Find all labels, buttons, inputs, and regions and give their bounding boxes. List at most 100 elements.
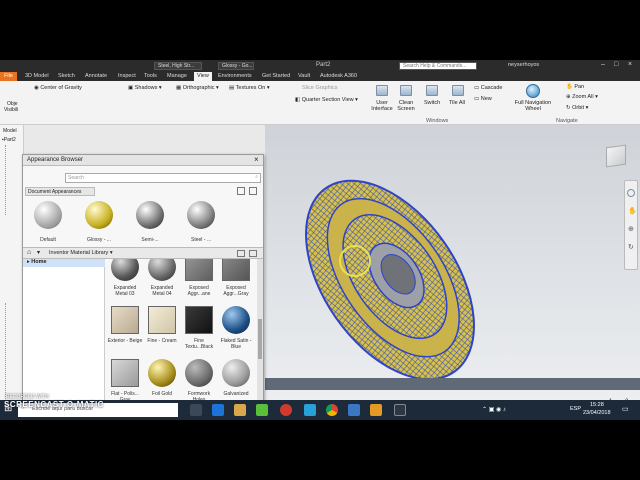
- panel-close-icon[interactable]: ×: [254, 155, 259, 164]
- zoom-icon[interactable]: ⊕: [628, 225, 634, 233]
- clean-screen-icon[interactable]: [400, 85, 412, 96]
- tree-item-home[interactable]: ▸ Home: [23, 259, 105, 267]
- grid-view-icon[interactable]: [237, 187, 245, 195]
- library-dropdown[interactable]: Inventor Material Library ▾: [49, 250, 113, 256]
- orthographic-button[interactable]: ▦ Orthographic ▾: [176, 85, 219, 91]
- minimize-icon[interactable]: –: [601, 61, 605, 68]
- material-swatch: [185, 359, 213, 387]
- switch-icon[interactable]: [426, 85, 438, 96]
- library-list-icon[interactable]: [249, 250, 257, 257]
- orbit-icon[interactable]: ↻: [628, 243, 634, 251]
- shadows-button[interactable]: ▣ Shadows ▾: [128, 85, 162, 91]
- material-swatch: [185, 259, 213, 281]
- slice-graphics-button[interactable]: Slice Graphics: [302, 85, 337, 91]
- graphics-viewport[interactable]: 1 2: [265, 125, 640, 420]
- close-icon[interactable]: ×: [628, 61, 632, 68]
- tab-autodesk-a360[interactable]: Autodesk A360: [320, 72, 357, 81]
- edge-icon[interactable]: [212, 404, 224, 416]
- user-name[interactable]: neyserhoyos: [508, 62, 539, 68]
- appearance-search-input[interactable]: Search ⌕: [65, 173, 261, 183]
- new-window-button[interactable]: ▭ New: [474, 96, 492, 102]
- application-screen: Steel, High Str... Glossy - Go... Part2 …: [0, 60, 640, 420]
- steering-wheel-icon[interactable]: [627, 189, 635, 197]
- cascade-label: Cascade: [480, 85, 503, 91]
- textures-button[interactable]: ▤ Textures On ▾: [229, 85, 270, 91]
- model-tab[interactable]: Model: [3, 128, 17, 134]
- library-item[interactable]: Exposed Aggr...ane: [181, 259, 217, 301]
- wheel-model[interactable]: 1 2: [265, 125, 640, 420]
- navigation-bar[interactable]: ✋ ⊕ ↻: [624, 180, 638, 270]
- orbit-button[interactable]: ↻ Orbit ▾: [566, 105, 588, 111]
- library-item[interactable]: Expanded Metal 03: [107, 259, 143, 301]
- tab-annotate[interactable]: Annotate: [85, 72, 107, 81]
- app-icon[interactable]: [394, 404, 406, 416]
- task-view-icon[interactable]: [190, 404, 202, 416]
- library-item[interactable]: Fine - Cream: [144, 302, 180, 354]
- tray-icons[interactable]: ⌃ ▣ ◉ ♪: [482, 406, 506, 413]
- default-swatch[interactable]: [34, 201, 62, 229]
- notification-icon[interactable]: ▭: [622, 405, 629, 413]
- list-view-icon[interactable]: [249, 187, 257, 195]
- inventor-icon[interactable]: [370, 404, 382, 416]
- tab-sketch[interactable]: Sketch: [58, 72, 75, 81]
- semi-gloss-swatch[interactable]: [136, 201, 164, 229]
- doc-item-label: Glossy - ...: [87, 237, 111, 243]
- tab-file[interactable]: File: [0, 72, 17, 81]
- library-item[interactable]: Exterior - Beige: [107, 302, 143, 354]
- glossy-gold-swatch[interactable]: [85, 201, 113, 229]
- document-appearances-tab[interactable]: Document Appearances: [25, 187, 95, 196]
- appearance-browser-header[interactable]: Appearance Browser ×: [23, 155, 263, 166]
- document-title: Part2: [316, 62, 331, 68]
- tab-3d-model[interactable]: 3D Model: [25, 72, 49, 81]
- library-item[interactable]: Expanded Metal 04: [144, 259, 180, 301]
- file-explorer-icon[interactable]: [234, 404, 246, 416]
- help-search-input[interactable]: Search Help & Commands...: [399, 62, 477, 70]
- library-item[interactable]: Fine Textu...Black: [181, 302, 217, 354]
- full-navigation-wheel-label: Full Navigation Wheel: [514, 100, 552, 112]
- tab-get-started[interactable]: Get Started: [262, 72, 290, 81]
- viewport-scrollbar[interactable]: [265, 378, 640, 390]
- zoom-all-button[interactable]: ⊕ Zoom All ▾: [566, 94, 598, 100]
- appearance-dropdown[interactable]: Glossy - Go...: [218, 62, 254, 70]
- lync-icon[interactable]: [304, 404, 316, 416]
- doc-item-label: Steel - ...: [190, 237, 211, 243]
- opera-icon[interactable]: [280, 404, 292, 416]
- word-icon[interactable]: [348, 404, 360, 416]
- tile-all-icon[interactable]: [452, 85, 464, 96]
- tab-view[interactable]: View: [194, 72, 212, 81]
- part-tree-root[interactable]: ▪Part2: [2, 137, 16, 143]
- store-icon[interactable]: [256, 404, 268, 416]
- tab-inspect[interactable]: Inspect: [118, 72, 136, 81]
- library-item[interactable]: Exposed Aggr...Gray: [218, 259, 254, 301]
- home-icon[interactable]: ⌂: [27, 249, 31, 256]
- tab-manage[interactable]: Manage: [167, 72, 187, 81]
- input-language[interactable]: ESP: [570, 406, 581, 412]
- steel-swatch[interactable]: [187, 201, 215, 229]
- new-window-label: New: [480, 96, 492, 102]
- search-icon: ⌕: [255, 174, 258, 180]
- pan-icon[interactable]: ✋: [628, 207, 637, 215]
- library-scrollbar[interactable]: [257, 259, 263, 420]
- clock-date[interactable]: 23/04/2018: [583, 410, 611, 416]
- quarter-section-button[interactable]: ◧ Quarter Section View ▾: [295, 97, 358, 103]
- view-cube[interactable]: [606, 144, 626, 168]
- material-label: Foil Gold: [151, 391, 172, 397]
- cascade-button[interactable]: ▭ Cascade: [474, 85, 502, 91]
- user-interface-icon[interactable]: [376, 85, 388, 96]
- tab-environments[interactable]: Environments: [218, 72, 252, 81]
- center-of-gravity-button[interactable]: ◉ Center of Gravity: [34, 85, 82, 91]
- library-grid-icon[interactable]: [237, 250, 245, 257]
- pan-button[interactable]: ✋ Pan: [566, 84, 584, 90]
- clock-time[interactable]: 15:28: [590, 402, 604, 408]
- maximize-icon[interactable]: □: [614, 61, 618, 68]
- library-item[interactable]: Flaked Satin - Blue: [218, 302, 254, 354]
- tab-tools[interactable]: Tools: [144, 72, 157, 81]
- navigate-group-label: Navigate: [556, 118, 578, 124]
- library-menu-icon[interactable]: ▾: [37, 249, 40, 256]
- material-dropdown[interactable]: Steel, High Str...: [154, 62, 202, 70]
- library-scroll-thumb[interactable]: [258, 319, 262, 359]
- tab-vault[interactable]: Vault: [298, 72, 310, 81]
- chrome-icon[interactable]: [326, 404, 338, 416]
- appearance-browser-title: Appearance Browser: [27, 157, 84, 163]
- navigation-wheel-icon[interactable]: [526, 84, 540, 98]
